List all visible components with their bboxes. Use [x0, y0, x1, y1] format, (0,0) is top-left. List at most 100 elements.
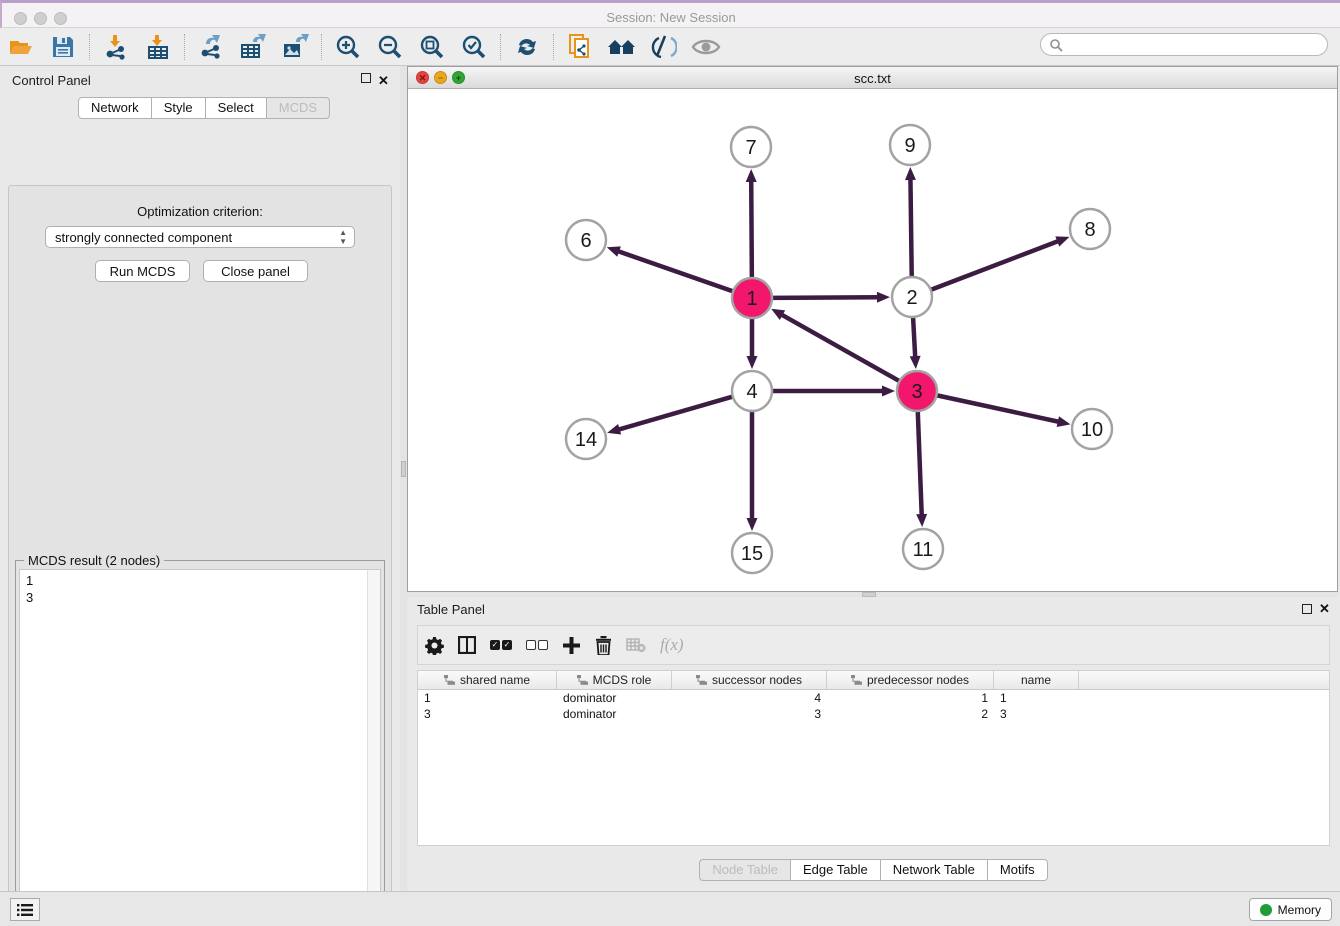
graph-node-3[interactable]: 3 — [897, 371, 937, 411]
node-label: 4 — [746, 381, 757, 403]
zoom-in-icon[interactable] — [331, 32, 365, 62]
table-row[interactable]: 3dominator323 — [418, 706, 1329, 722]
checked-box-icon: ✓ — [502, 640, 512, 650]
table-cell[interactable]: dominator — [557, 706, 672, 722]
tab-style[interactable]: Style — [152, 97, 206, 119]
vertical-splitter[interactable] — [400, 66, 407, 891]
edge-3-1[interactable] — [781, 314, 900, 381]
column-panel-icon[interactable] — [458, 636, 476, 654]
run-mcds-button[interactable]: Run MCDS — [95, 260, 190, 282]
column-header-MCDS-role[interactable]: MCDS role — [557, 671, 672, 689]
edge-2-8[interactable] — [931, 241, 1059, 290]
table-cell[interactable]: dominator — [557, 690, 672, 706]
graph-node-11[interactable]: 11 — [903, 529, 943, 569]
import-network-icon[interactable] — [99, 32, 133, 62]
arrowhead-icon — [905, 167, 916, 180]
toolbar-separator — [89, 34, 90, 60]
optimization-criterion-dropdown[interactable]: strongly connected component ▲▼ — [45, 226, 355, 248]
save-session-icon[interactable] — [46, 32, 80, 62]
close-panel-icon[interactable]: ✕ — [378, 73, 389, 89]
export-table-icon[interactable] — [236, 32, 270, 62]
delete-table-icon[interactable] — [626, 637, 646, 653]
float-panel-icon[interactable] — [361, 73, 371, 83]
deselect-all-icon[interactable] — [526, 640, 548, 650]
edge-4-14[interactable] — [618, 397, 733, 430]
splitter-grip[interactable] — [401, 461, 406, 477]
table-cell[interactable]: 1 — [827, 690, 994, 706]
table-panel: Table Panel ✕ ✓ ✓ f(x) shared nameMCDS r… — [407, 597, 1340, 891]
gear-icon[interactable] — [425, 636, 444, 655]
zoom-fit-icon[interactable] — [415, 32, 449, 62]
graph-node-2[interactable]: 2 — [892, 277, 932, 317]
select-all-icon[interactable]: ✓ ✓ — [490, 640, 512, 650]
export-image-icon[interactable] — [278, 32, 312, 62]
column-header-name[interactable]: name — [994, 671, 1079, 689]
table-cell[interactable]: 2 — [827, 706, 994, 722]
function-icon[interactable]: f(x) — [660, 635, 684, 655]
toolbar-separator — [500, 34, 501, 60]
table-cell[interactable]: 3 — [994, 706, 1079, 722]
table-cell[interactable]: 4 — [672, 690, 827, 706]
home-icon[interactable] — [605, 32, 639, 62]
tab-network-table[interactable]: Network Table — [881, 859, 988, 881]
float-panel-icon[interactable] — [1302, 604, 1312, 614]
open-session-icon[interactable] — [4, 32, 38, 62]
graph-node-10[interactable]: 10 — [1072, 409, 1112, 449]
table-cell[interactable]: 3 — [672, 706, 827, 722]
tab-node-table[interactable]: Node Table — [699, 859, 791, 881]
zoom-selected-icon[interactable] — [457, 32, 491, 62]
table-cell[interactable]: 1 — [418, 690, 557, 706]
edge-1-2[interactable] — [772, 297, 879, 298]
search-field[interactable] — [1040, 33, 1328, 56]
graph-node-6[interactable]: 6 — [566, 220, 606, 260]
list-icon — [17, 903, 33, 917]
edge-3-10[interactable] — [937, 395, 1060, 422]
edge-2-3[interactable] — [913, 317, 915, 358]
export-network-icon[interactable] — [194, 32, 228, 62]
tab-mcds[interactable]: MCDS — [267, 97, 330, 119]
graph-node-1[interactable]: 1 — [732, 278, 772, 318]
close-panel-button[interactable]: Close panel — [203, 260, 308, 282]
column-header-predecessor-nodes[interactable]: predecessor nodes — [827, 671, 994, 689]
add-icon[interactable] — [562, 636, 581, 655]
delete-icon[interactable] — [595, 636, 612, 655]
edge-1-7[interactable] — [751, 180, 752, 278]
graph-node-14[interactable]: 14 — [566, 419, 606, 459]
graph-node-9[interactable]: 9 — [890, 125, 930, 165]
result-scrollbar[interactable] — [367, 570, 380, 926]
toolbar-separator — [184, 34, 185, 60]
zoom-out-icon[interactable] — [373, 32, 407, 62]
graph-node-8[interactable]: 8 — [1070, 209, 1110, 249]
eye-icon[interactable] — [689, 32, 723, 62]
memory-button[interactable]: Memory — [1249, 898, 1332, 921]
annotation-icon[interactable] — [647, 32, 681, 62]
node-table[interactable]: shared name MCDS role successor nodesprede… — [417, 670, 1330, 846]
network-clone-icon[interactable] — [563, 32, 597, 62]
graph-node-4[interactable]: 4 — [732, 371, 772, 411]
graph-node-15[interactable]: 15 — [732, 533, 772, 573]
column-header-shared-name[interactable]: shared name — [418, 671, 557, 689]
column-header-successor-nodes[interactable]: successor nodes — [672, 671, 827, 689]
mcds-result-list[interactable]: 1 3 — [19, 569, 381, 926]
tab-select[interactable]: Select — [206, 97, 267, 119]
column-label: name — [1021, 673, 1051, 687]
network-canvas[interactable]: 7 9 6 8 1 2 4 3 14 10 15 11 — [408, 89, 1337, 591]
network-graph[interactable]: 7 9 6 8 1 2 4 3 14 10 15 11 — [408, 89, 1337, 591]
edge-2-9[interactable] — [910, 178, 911, 277]
table-row[interactable]: 1dominator411 — [418, 690, 1329, 706]
tab-edge-table[interactable]: Edge Table — [791, 859, 881, 881]
import-table-icon[interactable] — [141, 32, 175, 62]
column-label: MCDS role — [593, 673, 652, 687]
edge-1-6[interactable] — [617, 251, 733, 292]
edge-3-11[interactable] — [918, 411, 922, 516]
refresh-icon[interactable] — [510, 32, 544, 62]
search-input[interactable] — [1063, 38, 1313, 52]
tab-motifs[interactable]: Motifs — [988, 859, 1048, 881]
graph-node-7[interactable]: 7 — [731, 127, 771, 167]
table-cell[interactable]: 1 — [994, 690, 1079, 706]
task-history-button[interactable] — [10, 898, 40, 921]
tab-network[interactable]: Network — [78, 97, 152, 119]
table-cell[interactable]: 3 — [418, 706, 557, 722]
network-window-titlebar[interactable]: ✕ − + scc.txt — [408, 67, 1337, 89]
close-panel-icon[interactable]: ✕ — [1319, 601, 1330, 617]
